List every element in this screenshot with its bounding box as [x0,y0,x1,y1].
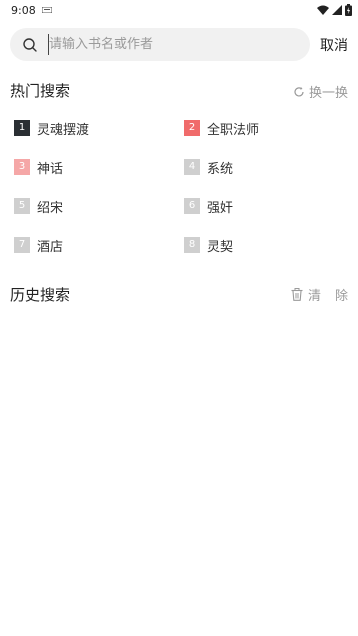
hot-item-label: 灵魂摆渡 [37,122,90,138]
hot-item-label: 全职法师 [207,122,260,138]
hot-item-label: 绍宋 [37,200,64,216]
hot-search-title: 热门搜索 [10,82,71,100]
search-bar: 取消 [10,28,350,61]
rank-badge: 8 [184,237,200,253]
clear-label-2: 除 [334,289,348,304]
search-box[interactable] [10,28,310,61]
rank-badge: 3 [14,159,30,175]
hot-item[interactable]: 6 强奸 [184,195,233,217]
hot-item[interactable]: 2 全职法师 [184,117,259,139]
wifi-icon [317,5,329,15]
history-search-title: 历史搜索 [10,286,71,304]
hot-item[interactable]: 3 神话 [14,156,63,178]
hot-item[interactable]: 8 灵契 [184,234,233,256]
hot-item-label: 神话 [37,161,64,177]
hot-item-label: 灵契 [207,239,234,255]
status-icons [317,4,352,16]
status-bar: 9:08 [0,0,358,22]
rank-badge: 1 [14,120,30,136]
signal-icon [332,5,342,15]
rank-badge: 7 [14,237,30,253]
hot-item[interactable]: 1 灵魂摆渡 [14,117,89,139]
cancel-button[interactable]: 取消 [320,35,348,55]
search-icon [23,38,37,52]
hot-item-label: 强奸 [207,200,234,216]
search-input[interactable] [48,34,299,55]
rank-badge: 2 [184,120,200,136]
clear-history-button[interactable]: 清 除 [291,285,348,304]
hot-item[interactable]: 7 酒店 [14,234,63,256]
trash-icon [291,288,303,301]
hot-item-label: 酒店 [37,239,64,255]
notification-icon [42,7,52,13]
refresh-label: 换一换 [308,86,348,101]
rank-badge: 5 [14,198,30,214]
battery-icon [345,4,352,16]
hot-item[interactable]: 5 绍宋 [14,195,63,217]
rank-badge: 6 [184,198,200,214]
clear-label: 清 [307,289,321,304]
refresh-button[interactable]: 换一换 [293,82,348,101]
refresh-icon [294,86,304,96]
hot-item-label: 系统 [207,161,234,177]
status-time: 9:08 [11,4,36,17]
hot-item[interactable]: 4 系统 [184,156,233,178]
rank-badge: 4 [184,159,200,175]
